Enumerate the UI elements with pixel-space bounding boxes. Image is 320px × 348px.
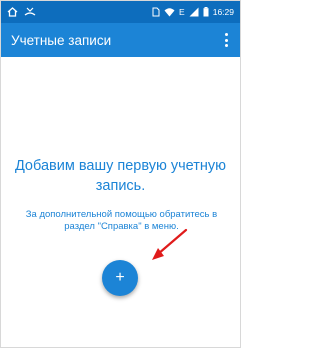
wifi-icon	[164, 7, 175, 17]
more-vertical-icon[interactable]	[218, 30, 234, 50]
menu-dot	[224, 38, 228, 42]
cellular-signal-icon	[189, 7, 199, 17]
empty-state-title: Добавим вашу первую учетную запись.	[14, 158, 227, 194]
home-icon	[7, 7, 18, 17]
status-bar-right: E 16:29	[152, 7, 234, 17]
page-title: Учетные записи	[11, 32, 112, 48]
status-bar: E 16:29	[1, 1, 240, 23]
app-bar: Учетные записи	[1, 23, 240, 57]
sim-card-icon	[152, 7, 160, 17]
battery-icon	[203, 7, 209, 17]
network-type-label: E	[179, 7, 185, 17]
clock: 16:29	[212, 7, 234, 17]
menu-dot	[224, 44, 228, 47]
menu-dot	[224, 33, 228, 36]
add-account-button[interactable]: +	[102, 260, 138, 296]
missed-call-icon	[24, 7, 36, 17]
plus-icon: +	[115, 269, 125, 286]
empty-state-hint: За дополнительной помощью обратитесь в р…	[25, 209, 218, 232]
phone-screen: E 16:29 Учетные записи Добавим вашу перв…	[0, 0, 241, 348]
status-bar-left	[7, 7, 36, 17]
red-arrow-icon	[152, 228, 188, 260]
